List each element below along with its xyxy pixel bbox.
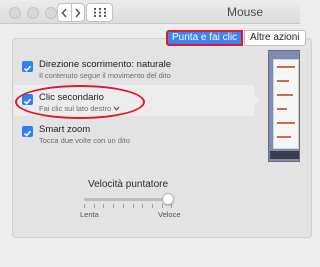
show-all-button[interactable] xyxy=(86,3,113,22)
slider-min-label: Lenta xyxy=(80,210,99,219)
chevron-left-icon xyxy=(61,8,67,17)
option-description: Il contenuto segue il movimento del dito xyxy=(39,71,171,80)
close-window-button[interactable] xyxy=(9,7,21,19)
preview-document-image xyxy=(273,59,299,149)
grid-icon xyxy=(93,8,106,17)
option-label: Direzione scorrimento: naturale xyxy=(39,59,172,70)
tab-more-gestures[interactable]: Altre azioni xyxy=(244,30,306,46)
scroll-direction-checkbox[interactable] xyxy=(22,61,33,72)
window-title: Mouse xyxy=(226,5,264,19)
back-button[interactable] xyxy=(58,4,71,21)
zoom-window-button[interactable] xyxy=(45,7,57,19)
window-titlebar: Mouse xyxy=(0,0,300,24)
gesture-preview-video xyxy=(268,50,300,162)
chevron-right-icon xyxy=(75,8,81,17)
annotation-highlight-ring xyxy=(15,85,145,119)
navigation-segment xyxy=(57,3,85,22)
tracking-speed-ticks xyxy=(84,204,172,208)
tracking-speed-label: Velocità puntatore xyxy=(87,179,169,190)
option-description: Tocca due volte con un dito xyxy=(39,136,130,145)
minimize-window-button[interactable] xyxy=(27,7,39,19)
tab-bar: Punta e fai clic Altre azioni xyxy=(166,30,306,46)
checkmark-icon xyxy=(23,130,32,137)
smart-zoom-checkbox[interactable] xyxy=(22,126,33,137)
slider-max-label: Veloce xyxy=(158,210,181,219)
selected-row-pointer xyxy=(244,85,260,115)
tab-point-and-click[interactable]: Punta e fai clic xyxy=(166,30,244,46)
forward-button[interactable] xyxy=(70,4,85,21)
checkmark-icon xyxy=(23,65,32,72)
tracking-speed-track[interactable] xyxy=(84,198,172,201)
option-label: Smart zoom xyxy=(39,124,91,135)
tracking-speed-thumb[interactable] xyxy=(161,193,174,205)
preview-dock-image xyxy=(270,151,299,159)
